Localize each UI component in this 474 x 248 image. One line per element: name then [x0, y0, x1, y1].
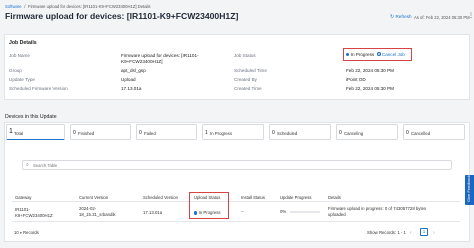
stat-cancelled-count: 0 — [406, 130, 409, 136]
table-header-divider — [12, 201, 460, 202]
as-of-timestamp: As of: Feb 22, 2024 05:30 PM — [414, 14, 470, 20]
stat-failed-label: Failed — [144, 130, 156, 136]
stat-in-progress-count: 1 — [205, 130, 208, 136]
column-header-scheduled-version[interactable]: Scheduled Version — [143, 195, 178, 200]
table-row-scheduled-version: 17.13.01a — [143, 210, 163, 215]
cancel-job-label: Cancel Job — [381, 51, 405, 57]
table-row-upload-status: In Progress — [194, 210, 221, 215]
search-input[interactable] — [33, 162, 433, 168]
breadcrumb-current: Firmware upload for devices: [IR1101-K9+… — [28, 4, 151, 9]
scheduled-firmware-value: 17.13.01a — [121, 86, 142, 91]
table-row-update-progress: 0% — [280, 209, 287, 214]
stat-cancelled[interactable]: 0 Cancelled — [403, 124, 465, 140]
stat-scheduled-count: 0 — [272, 130, 275, 136]
show-records-text: Show Records: 1 - 1 — [367, 230, 406, 235]
stat-finished-label: Finished — [78, 130, 95, 136]
give-feedback-tab[interactable]: Give Feedback — [465, 175, 474, 205]
table-row-gateway[interactable]: IR1101-K9+FCW23400H1Z — [15, 207, 59, 218]
next-page-icon[interactable]: › — [433, 230, 435, 236]
table-row-divider — [12, 221, 460, 222]
update-progress-bar — [290, 210, 320, 213]
search-bar[interactable]: ⌕ — [22, 160, 452, 170]
stat-total-label: Total — [14, 130, 24, 136]
update-type-value: Upload — [121, 77, 136, 82]
column-header-install-status[interactable]: Install Status — [241, 195, 265, 200]
job-status-label: Job Status — [234, 53, 256, 58]
cancel-job-button[interactable]: ✕ Cancel Job — [377, 52, 405, 57]
stat-finished-count: 0 — [73, 130, 76, 136]
job-details-heading: Job Details — [9, 40, 37, 46]
breadcrumb-software-link[interactable]: Software — [5, 4, 22, 9]
devices-heading: Devices in this Update — [5, 114, 57, 120]
scheduled-firmware-label: Scheduled Firmware Version — [9, 86, 68, 91]
table-row-current-version: 2024-02-18_15.31_srbandik — [79, 206, 116, 217]
stat-in-progress[interactable]: 1 In Progress — [202, 124, 264, 140]
breadcrumb: Software / Firmware upload for devices: … — [5, 4, 151, 9]
stat-scheduled-label: Scheduled — [277, 130, 298, 136]
refresh-icon: ↻ — [390, 14, 395, 20]
scheduled-time-value: Feb 22, 2024 05:30 PM — [346, 68, 395, 73]
records-count: 10 — [14, 230, 19, 235]
stat-scheduled[interactable]: 0 Scheduled — [269, 124, 331, 140]
table-row-install-status: -- — [241, 209, 244, 214]
group-label: Group — [9, 68, 22, 73]
stat-failed[interactable]: 0 Failed — [136, 124, 197, 140]
upload-status-value: In Progress — [198, 210, 221, 215]
column-header-current-version[interactable]: Current Version — [79, 195, 108, 200]
records-selector[interactable]: 10 ▾ Records — [14, 230, 39, 235]
in-progress-icon — [346, 52, 350, 56]
job-name-label: Job Name — [9, 53, 30, 58]
scheduled-time-label: Scheduled Time — [234, 68, 267, 73]
table-row-details: Firmware upload in progress: 0 of 743057… — [328, 206, 427, 217]
created-by-value: iPoint OD — [346, 77, 366, 82]
job-status-badge: In Progress — [346, 52, 374, 57]
stat-failed-count: 0 — [139, 130, 142, 136]
page-title: Firmware upload for devices: [IR1101-K9+… — [5, 11, 239, 21]
stat-canceling-label: Canceling — [344, 130, 364, 136]
stat-total[interactable]: 1 Total — [6, 124, 65, 140]
created-time-value: Feb 22, 2024 05:30 PM — [346, 86, 395, 91]
column-header-details[interactable]: Details — [328, 195, 341, 200]
devices-card — [4, 122, 470, 242]
refresh-button[interactable]: ↻ Refresh — [390, 14, 412, 20]
stat-canceling[interactable]: 0 Canceling — [336, 124, 398, 140]
breadcrumb-separator: / — [24, 4, 26, 9]
chevron-down-icon: ▾ — [19, 231, 22, 235]
group-value: apt_dsl_gsp — [121, 68, 146, 73]
update-type-label: Update Type — [9, 77, 35, 82]
column-header-update-progress[interactable]: Update Progress — [280, 195, 311, 200]
stat-total-count: 1 — [9, 128, 13, 135]
stat-canceling-count: 0 — [339, 130, 342, 136]
stat-finished[interactable]: 0 Finished — [70, 124, 131, 140]
in-progress-icon — [194, 211, 198, 215]
current-page[interactable]: 1 — [420, 228, 428, 236]
created-by-label: Created By — [234, 77, 257, 82]
job-name-value: Firmware upload for devices: [IR1101-K9+… — [121, 53, 199, 64]
more-options-icon[interactable]: ⋮ — [468, 13, 474, 19]
cancel-icon: ✕ — [377, 52, 381, 57]
give-feedback-label: Give Feedback — [466, 175, 471, 202]
refresh-label: Refresh — [395, 14, 412, 19]
stat-in-progress-label: In Progress — [210, 130, 232, 136]
stat-cancelled-label: Cancelled — [411, 130, 431, 136]
created-time-label: Created Time — [234, 86, 262, 91]
search-icon: ⌕ — [26, 162, 29, 168]
current-page-number: 1 — [422, 229, 426, 234]
prev-page-icon[interactable]: ‹ — [410, 230, 412, 236]
column-header-gateway[interactable]: Gateway — [15, 195, 32, 200]
records-label: Records — [22, 230, 39, 235]
job-status-value: In Progress — [350, 51, 375, 57]
